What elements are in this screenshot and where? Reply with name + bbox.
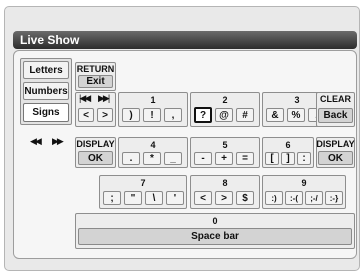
- space-bar-button[interactable]: Space bar: [78, 228, 352, 245]
- key-group-number: 7: [140, 178, 146, 188]
- return-label: RETURN: [76, 64, 115, 74]
- key-button[interactable]: *: [143, 152, 161, 165]
- key-button-selected[interactable]: ?: [194, 107, 212, 123]
- cursor-start-icon[interactable]: |◀◀: [79, 93, 91, 104]
- key-group-number: 0: [212, 216, 218, 226]
- key-button[interactable]: <: [194, 191, 212, 205]
- cursor-left-button[interactable]: <: [78, 108, 94, 122]
- cursor-right-button[interactable]: >: [97, 108, 113, 122]
- tab-prev-icon[interactable]: ◀◀: [30, 136, 42, 147]
- key-button[interactable]: :): [265, 191, 283, 205]
- key-button[interactable]: ]: [281, 152, 295, 165]
- display-right-label: DISPLAY: [316, 139, 355, 149]
- key-button[interactable]: &: [266, 108, 284, 122]
- key-button[interactable]: @: [215, 108, 233, 122]
- onscreen-keyboard: Letters Numbers Signs ◀◀ ▶▶ RETURN Exit …: [13, 50, 357, 259]
- key-button[interactable]: .: [122, 152, 140, 165]
- tab-numbers[interactable]: Numbers: [23, 82, 69, 100]
- clear-label: CLEAR: [320, 94, 351, 104]
- key-group-number: 5: [222, 140, 228, 150]
- cursor-end-icon[interactable]: ▶▶|: [98, 93, 110, 104]
- key-button[interactable]: [: [265, 152, 279, 165]
- key-button[interactable]: -: [194, 152, 212, 165]
- display-left-ok-button[interactable]: OK: [78, 151, 113, 165]
- key-button[interactable]: ': [166, 191, 184, 205]
- tab-next-icon[interactable]: ▶▶: [52, 136, 64, 147]
- key-button[interactable]: _: [164, 152, 182, 165]
- display-right-ok-button[interactable]: OK: [318, 151, 353, 165]
- key-button[interactable]: #: [236, 108, 254, 122]
- key-button[interactable]: >: [215, 191, 233, 205]
- key-button[interactable]: ;-/: [305, 191, 323, 205]
- key-button[interactable]: :-}: [325, 191, 343, 205]
- key-group-number: 1: [150, 95, 156, 105]
- key-button[interactable]: %: [287, 108, 305, 122]
- key-group-number: 2: [222, 95, 228, 105]
- key-button[interactable]: !: [143, 108, 161, 122]
- key-button[interactable]: +: [215, 152, 233, 165]
- key-button[interactable]: :-(: [285, 191, 303, 205]
- key-button[interactable]: $: [236, 191, 254, 205]
- key-button[interactable]: ": [124, 191, 142, 205]
- window-title: Live Show: [13, 31, 357, 49]
- tab-letters[interactable]: Letters: [23, 61, 69, 79]
- key-button[interactable]: =: [236, 152, 254, 165]
- key-group-number: 4: [150, 140, 156, 150]
- key-button[interactable]: :: [297, 152, 311, 165]
- key-group-number: 9: [301, 178, 307, 188]
- display-left-label: DISPLAY: [76, 139, 115, 149]
- key-button[interactable]: ): [122, 108, 140, 122]
- key-group-number: 6: [285, 140, 291, 150]
- key-button[interactable]: \: [145, 191, 163, 205]
- key-button[interactable]: ,: [164, 108, 182, 122]
- key-button[interactable]: ;: [103, 191, 121, 205]
- exit-button[interactable]: Exit: [78, 75, 113, 88]
- key-group-number: 8: [222, 178, 228, 188]
- back-button[interactable]: Back: [318, 108, 353, 123]
- tab-signs[interactable]: Signs: [23, 103, 69, 122]
